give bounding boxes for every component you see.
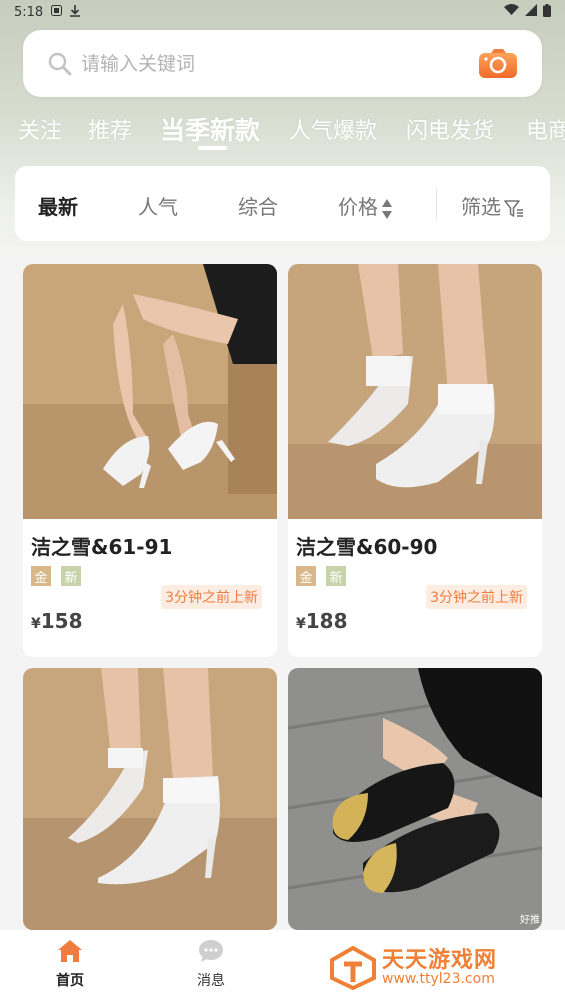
product-card[interactable]: 洁之雪&60-90 金 新 3分钟之前上新 ¥188	[288, 264, 542, 657]
status-time: 5:18	[14, 4, 44, 20]
image-watermark-text: 好推	[520, 915, 540, 926]
site-watermark: 天天游戏网 www.ttyl23.com	[330, 946, 497, 990]
gold-tag: 金	[31, 566, 51, 586]
active-tab-indicator	[198, 146, 227, 150]
product-title: 洁之雪&60-90	[296, 535, 438, 559]
product-title: 洁之雪&61-91	[31, 535, 173, 559]
sort-filter[interactable]: 筛选	[461, 191, 524, 220]
tab-hot[interactable]: 人气爆款	[289, 113, 377, 145]
price-value: 188	[305, 609, 348, 633]
listing-time-badge: 3分钟之前上新	[161, 585, 262, 609]
new-tag: 新	[326, 566, 346, 586]
price-value: 158	[40, 609, 83, 633]
battery-icon	[543, 3, 551, 21]
signal-icon	[525, 4, 537, 20]
search-bar[interactable]	[23, 30, 542, 97]
tab-fast-ship[interactable]: 闪电发货	[406, 113, 494, 145]
nav-home[interactable]: 首页	[30, 936, 110, 990]
currency-symbol: ¥	[31, 616, 41, 632]
sort-divider	[436, 188, 437, 219]
search-icon	[48, 52, 72, 75]
product-card[interactable]	[23, 668, 277, 930]
product-image[interactable]	[288, 264, 542, 519]
tab-follow[interactable]: 关注	[18, 113, 62, 145]
wifi-icon	[504, 4, 519, 20]
sort-filter-label: 筛选	[461, 195, 501, 219]
product-price: ¥158	[31, 609, 83, 633]
notification-icon	[51, 5, 63, 19]
status-bar: 5:18	[0, 0, 565, 24]
watermark-url: www.ttyl23.com	[382, 971, 495, 988]
nav-home-label: 首页	[56, 973, 84, 989]
watermark-logo-icon	[330, 946, 376, 990]
sort-latest[interactable]: 最新	[38, 191, 78, 220]
category-tabs: 关注 推荐 当季新款 人气爆款 闪电发货 电商	[0, 103, 565, 155]
message-icon	[199, 940, 223, 962]
product-price: ¥188	[296, 609, 348, 633]
sort-price-label: 价格	[338, 195, 378, 219]
tab-recommend[interactable]: 推荐	[88, 113, 132, 145]
nav-messages[interactable]: 消息	[171, 936, 251, 990]
camera-icon[interactable]	[478, 48, 518, 79]
sort-price[interactable]: 价格	[338, 191, 393, 220]
tab-ecommerce[interactable]: 电商	[526, 113, 565, 145]
search-input[interactable]	[81, 52, 478, 75]
product-image[interactable]	[23, 264, 277, 519]
currency-symbol: ¥	[296, 616, 306, 632]
filter-icon	[504, 199, 523, 217]
sort-overall[interactable]: 综合	[238, 191, 278, 220]
product-image[interactable]	[288, 668, 542, 930]
product-card[interactable]: 洁之雪&61-91 金 新 3分钟之前上新 ¥158	[23, 264, 277, 657]
product-card[interactable]: 好推	[288, 668, 542, 930]
tab-new-season[interactable]: 当季新款	[160, 111, 260, 147]
download-icon	[70, 4, 81, 20]
sort-bar: 最新 人气 综合 价格 筛选	[15, 166, 550, 241]
nav-messages-label: 消息	[197, 973, 225, 989]
new-tag: 新	[61, 566, 81, 586]
gold-tag: 金	[296, 566, 316, 586]
product-image[interactable]	[23, 668, 277, 930]
listing-time-badge: 3分钟之前上新	[426, 585, 527, 609]
sort-popularity[interactable]: 人气	[138, 191, 178, 220]
home-icon	[58, 940, 82, 962]
watermark-title: 天天游戏网	[382, 948, 498, 974]
sort-arrows-icon	[382, 198, 392, 219]
